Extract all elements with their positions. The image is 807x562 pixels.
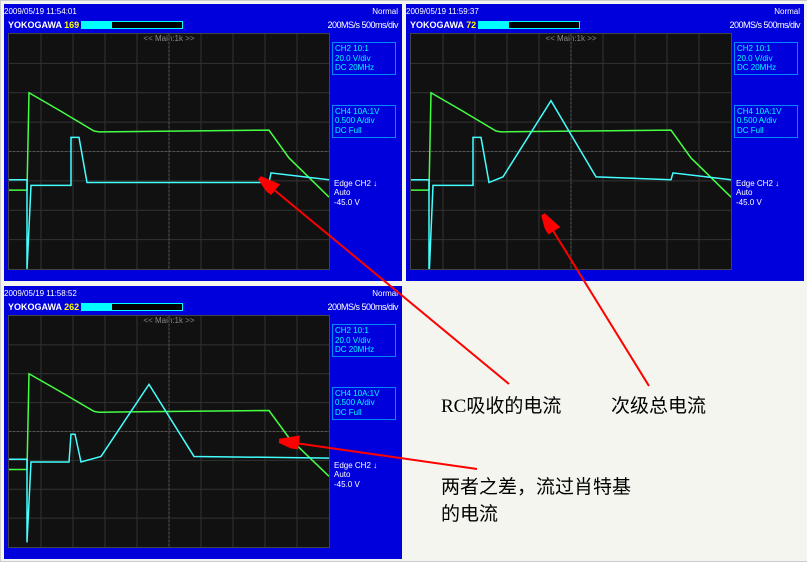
waveform-plot[interactable]: << Main:1k >> bbox=[8, 315, 330, 548]
trigger-settings[interactable]: Edge CH2 ↓ Auto -45.0 V bbox=[332, 460, 396, 491]
trigger-settings[interactable]: Edge CH2 ↓ Auto -45.0 V bbox=[734, 178, 798, 209]
timestamp: 2009/05/19 11:54:01 bbox=[4, 7, 77, 16]
run-mode: Normal bbox=[774, 7, 804, 16]
channel-settings: CH2 10:1 20.0 V/div DC 20MHz CH4 10A:1V … bbox=[732, 32, 800, 271]
channel-settings: CH2 10:1 20.0 V/div DC 20MHz CH4 10A:1V … bbox=[330, 32, 398, 271]
channel-settings: CH2 10:1 20.0 V/div DC 20MHz CH4 10A:1V … bbox=[330, 314, 398, 549]
ch4-settings[interactable]: CH4 10A:1V 0.500 A/div DC Full bbox=[734, 105, 798, 138]
scope-header-2: YOKOGAWA 169 200MS/s 500ms/div bbox=[4, 18, 402, 32]
scope-header-2: YOKOGAWA 262 200MS/s 500ms/div bbox=[4, 300, 402, 314]
brand: YOKOGAWA 262 bbox=[8, 302, 79, 312]
ch4-settings[interactable]: CH4 10A:1V 0.500 A/div DC Full bbox=[332, 105, 396, 138]
brand: YOKOGAWA 72 bbox=[410, 20, 476, 30]
waveform-plot[interactable]: << Main:1k >> bbox=[410, 33, 732, 270]
brand: YOKOGAWA 169 bbox=[8, 20, 79, 30]
oscilloscope-s2: 2009/05/19 11:59:37 Normal YOKOGAWA 72 2… bbox=[406, 4, 804, 281]
ch4-settings[interactable]: CH4 10A:1V 0.500 A/div DC Full bbox=[332, 387, 396, 420]
timestamp: 2009/05/19 11:58:52 bbox=[4, 289, 77, 298]
timestamp: 2009/05/19 11:59:37 bbox=[406, 7, 479, 16]
ch2-settings[interactable]: CH2 10:1 20.0 V/div DC 20MHz bbox=[332, 324, 396, 357]
sample-rate: 200MS/s 500ms/div bbox=[729, 20, 804, 30]
ch2-settings[interactable]: CH2 10:1 20.0 V/div DC 20MHz bbox=[332, 42, 396, 75]
frame-count: 72 bbox=[466, 20, 476, 30]
scope-header: 2009/05/19 11:54:01 Normal bbox=[4, 4, 402, 18]
scope-header: 2009/05/19 11:58:52 Normal bbox=[4, 286, 402, 300]
sample-rate: 200MS/s 500ms/div bbox=[327, 302, 402, 312]
annotation-a3: 两者之差，流过肖特基的电流 bbox=[441, 472, 641, 526]
progress-bar bbox=[81, 21, 183, 29]
sample-rate: 200MS/s 500ms/div bbox=[327, 20, 402, 30]
trigger-settings[interactable]: Edge CH2 ↓ Auto -45.0 V bbox=[332, 178, 396, 209]
frame-count: 262 bbox=[64, 302, 79, 312]
annotation-a2: 次级总电流 bbox=[611, 391, 706, 418]
scope-header: 2009/05/19 11:59:37 Normal bbox=[406, 4, 804, 18]
oscilloscope-s1: 2009/05/19 11:54:01 Normal YOKOGAWA 169 … bbox=[4, 4, 402, 281]
waveform-plot[interactable]: << Main:1k >> POSITION☉Position bbox=[8, 33, 330, 270]
progress-bar bbox=[81, 303, 183, 311]
progress-bar bbox=[478, 21, 580, 29]
run-mode: Normal bbox=[372, 7, 402, 16]
ch2-settings[interactable]: CH2 10:1 20.0 V/div DC 20MHz bbox=[734, 42, 798, 75]
annotation-a1: RC吸收的电流 bbox=[441, 391, 561, 418]
run-mode: Normal bbox=[372, 289, 402, 298]
scope-header-2: YOKOGAWA 72 200MS/s 500ms/div bbox=[406, 18, 804, 32]
oscilloscope-s3: 2009/05/19 11:58:52 Normal YOKOGAWA 262 … bbox=[4, 286, 402, 559]
frame-count: 169 bbox=[64, 20, 79, 30]
